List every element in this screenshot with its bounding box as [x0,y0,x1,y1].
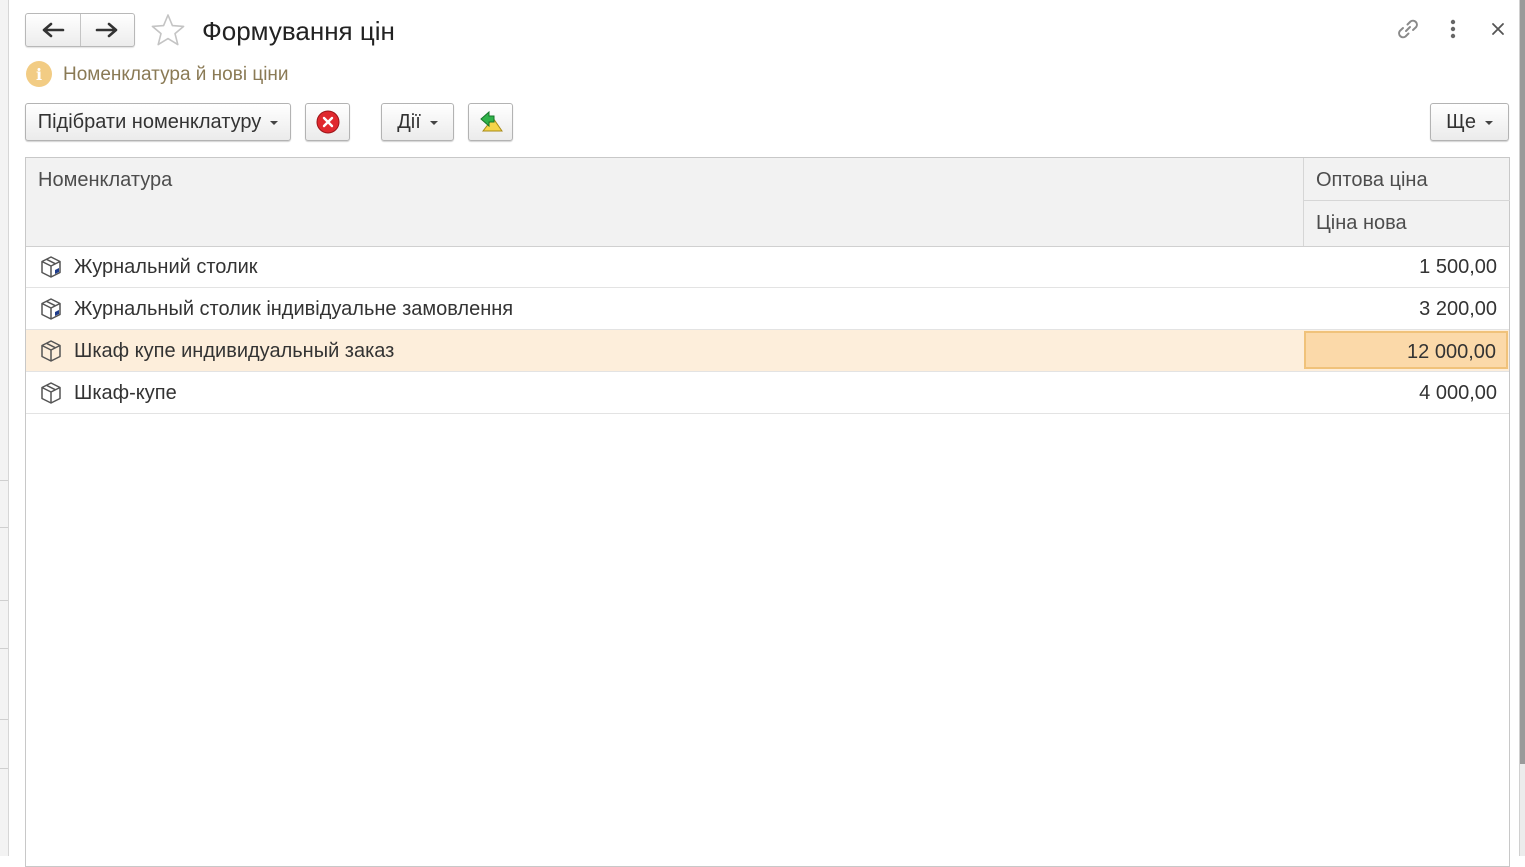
info-text: Номенклатура й нові ціни [63,64,289,85]
row-price[interactable]: 4 000,00 [1419,380,1497,406]
more-button[interactable]: Ще [1430,103,1509,141]
pick-nomenclature-button[interactable]: Підібрати номенклатуру [25,103,291,141]
export-button[interactable] [468,103,513,141]
export-icon [479,110,503,132]
product-box-icon [41,298,61,320]
price-column-headers: Оптова ціна Ціна нова [1303,158,1510,246]
link-icon [1398,19,1418,39]
more-menu-button[interactable] [1440,14,1466,44]
page-title: Формування цін [202,16,395,46]
row-price[interactable]: 1 500,00 [1419,254,1497,280]
scrollbar[interactable] [1519,0,1525,856]
column-header-nomenclature[interactable]: Номенклатура [38,168,172,192]
back-button[interactable] [26,14,80,46]
row-price[interactable]: 3 200,00 [1419,296,1497,322]
row-price[interactable]: 12 000,00 [1407,339,1496,365]
table-row-selected[interactable]: Шкаф купе индивидуальный заказ 12 000,00 [26,330,1509,372]
table-row[interactable]: Журнальный столик індивідуальне замовлен… [26,288,1509,330]
forward-button[interactable] [79,14,135,46]
column-header-new-price[interactable]: Ціна нова [1304,201,1510,244]
close-icon [1492,23,1504,35]
arrow-left-icon [42,22,65,38]
chevron-down-icon [270,121,279,125]
navigation-buttons [25,13,135,47]
row-name: Шкаф купе индивидуальный заказ [74,340,395,362]
product-box-icon [41,382,61,404]
row-name: Шкаф-купе [74,382,177,404]
column-header-wholesale-price[interactable]: Оптова ціна [1304,158,1510,201]
row-name: Журнальний столик [74,256,258,278]
link-button[interactable] [1395,14,1421,44]
scrollbar-thumb[interactable] [1520,0,1525,764]
chevron-down-icon [429,121,438,125]
arrow-right-icon [95,22,118,38]
table-row[interactable]: Журнальний столик 1 500,00 [26,246,1509,288]
table-header: Номенклатура Оптова ціна Ціна нова [26,158,1510,247]
table-row[interactable]: Шкаф-купе 4 000,00 [26,372,1509,414]
more-label: Ще [1446,110,1476,133]
prices-table: Номенклатура Оптова ціна Ціна нова Журна… [25,157,1510,867]
actions-label: Дії [397,110,421,133]
selected-price-cell[interactable]: 12 000,00 [1304,331,1508,369]
close-button[interactable] [1485,14,1511,44]
pick-nomenclature-label: Підібрати номенклатуру [37,110,262,133]
chevron-down-icon [1484,121,1493,125]
info-icon: i [26,61,52,87]
star-icon[interactable] [150,13,186,49]
actions-button[interactable]: Дії [381,103,454,141]
more-vertical-icon [1450,19,1456,39]
delete-button[interactable] [305,103,350,141]
product-box-icon [41,340,61,362]
row-name: Журнальный столик індивідуальне замовлен… [74,298,514,320]
product-box-icon [41,256,61,278]
delete-icon [316,110,339,134]
left-panel-edge [0,0,9,856]
